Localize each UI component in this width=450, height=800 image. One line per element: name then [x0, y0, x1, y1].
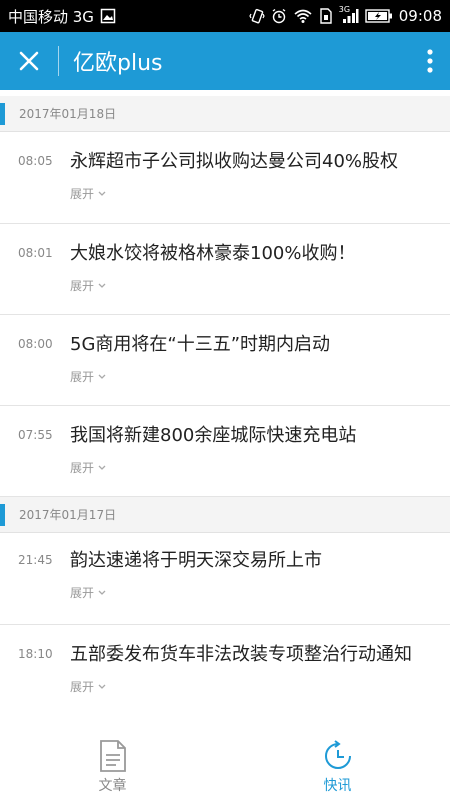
tab-label: 文章 — [98, 778, 127, 794]
date-accent-bar — [0, 102, 5, 125]
more-vertical-icon — [427, 49, 433, 73]
carrier-label: 中国移动 3G — [8, 7, 94, 26]
signal-icon: 3G — [338, 5, 359, 24]
chevron-down-icon — [98, 465, 106, 470]
news-title[interactable]: 我国将新建800余座城际快速充电站 — [70, 421, 436, 451]
tab-newsflash[interactable]: 快讯 — [225, 734, 450, 800]
expand-label: 展开 — [70, 461, 95, 475]
expand-toggle[interactable]: 展开 — [70, 277, 106, 294]
expand-label: 展开 — [70, 586, 95, 600]
news-time: 21:45 — [18, 553, 53, 567]
expand-toggle[interactable]: 展开 — [70, 459, 106, 476]
news-time: 08:00 — [18, 337, 53, 351]
date-header: 2017年01月17日 — [0, 497, 450, 533]
news-time: 08:01 — [18, 246, 53, 260]
news-title[interactable]: 大娘水饺将被格林豪泰100%收购！ — [70, 239, 436, 269]
image-notification-icon — [100, 8, 116, 24]
expand-label: 展开 — [70, 187, 95, 201]
wifi-icon — [293, 8, 313, 24]
date-accent-bar — [0, 503, 5, 526]
app-bar-divider — [58, 46, 59, 76]
news-title[interactable]: 韵达速递将于明天深交易所上市 — [70, 546, 436, 576]
app-bar: 亿欧plus — [0, 32, 450, 90]
clock-refresh-icon — [324, 740, 351, 769]
news-feed[interactable]: 2017年01月18日 08:05 永辉超市子公司拟收购达曼公司40%股权 展开… — [0, 90, 450, 734]
sim-card-icon — [319, 8, 333, 24]
expand-toggle[interactable]: 展开 — [70, 584, 106, 601]
status-bar-right: 3G 09:08 — [249, 5, 442, 25]
date-header: 2017年01月18日 — [0, 96, 450, 132]
date-label: 2017年01月17日 — [19, 508, 117, 522]
chevron-down-icon — [98, 191, 106, 196]
close-icon — [19, 51, 39, 71]
chevron-down-icon — [98, 590, 106, 595]
expand-toggle[interactable]: 展开 — [70, 185, 106, 202]
news-item[interactable]: 08:01 大娘水饺将被格林豪泰100%收购！ 展开 — [0, 224, 450, 315]
expand-label: 展开 — [70, 279, 95, 293]
news-title[interactable]: 五部委发布货车非法改装专项整治行动通知 — [70, 640, 436, 670]
expand-toggle[interactable]: 展开 — [70, 678, 106, 695]
news-item[interactable]: 18:10 五部委发布货车非法改装专项整治行动通知 展开 — [0, 625, 450, 734]
network-type-label: 3G — [338, 5, 351, 14]
news-item[interactable]: 21:45 韵达速递将于明天深交易所上市 展开 — [0, 533, 450, 625]
date-label: 2017年01月18日 — [19, 107, 117, 121]
news-time: 08:05 — [18, 154, 53, 168]
battery-charging-icon — [365, 8, 393, 24]
expand-toggle[interactable]: 展开 — [70, 368, 106, 385]
news-time: 07:55 — [18, 428, 53, 442]
expand-label: 展开 — [70, 370, 95, 384]
close-button[interactable] — [0, 32, 58, 90]
news-item[interactable]: 07:55 我国将新建800余座城际快速充电站 展开 — [0, 406, 450, 497]
status-time: 09:08 — [398, 7, 442, 25]
more-menu-button[interactable] — [410, 32, 450, 90]
chevron-down-icon — [98, 684, 106, 689]
bottom-tab-bar: 文章 快讯 — [0, 734, 450, 800]
chevron-down-icon — [98, 374, 106, 379]
vibrate-icon — [249, 8, 265, 24]
news-title[interactable]: 5G商用将在“十三五”时期内启动 — [70, 330, 436, 360]
chevron-down-icon — [98, 283, 106, 288]
alarm-icon — [271, 8, 287, 24]
document-icon — [99, 740, 126, 772]
news-item[interactable]: 08:00 5G商用将在“十三五”时期内启动 展开 — [0, 315, 450, 406]
expand-label: 展开 — [70, 680, 95, 694]
news-title[interactable]: 永辉超市子公司拟收购达曼公司40%股权 — [70, 147, 436, 177]
status-bar: 中国移动 3G 3G 09:08 — [0, 0, 450, 32]
tab-articles[interactable]: 文章 — [0, 734, 225, 800]
status-bar-left: 中国移动 3G — [8, 6, 116, 27]
news-time: 18:10 — [18, 647, 53, 661]
page-title: 亿欧plus — [73, 51, 163, 76]
news-item[interactable]: 08:05 永辉超市子公司拟收购达曼公司40%股权 展开 — [0, 132, 450, 224]
tab-label: 快讯 — [323, 778, 352, 794]
